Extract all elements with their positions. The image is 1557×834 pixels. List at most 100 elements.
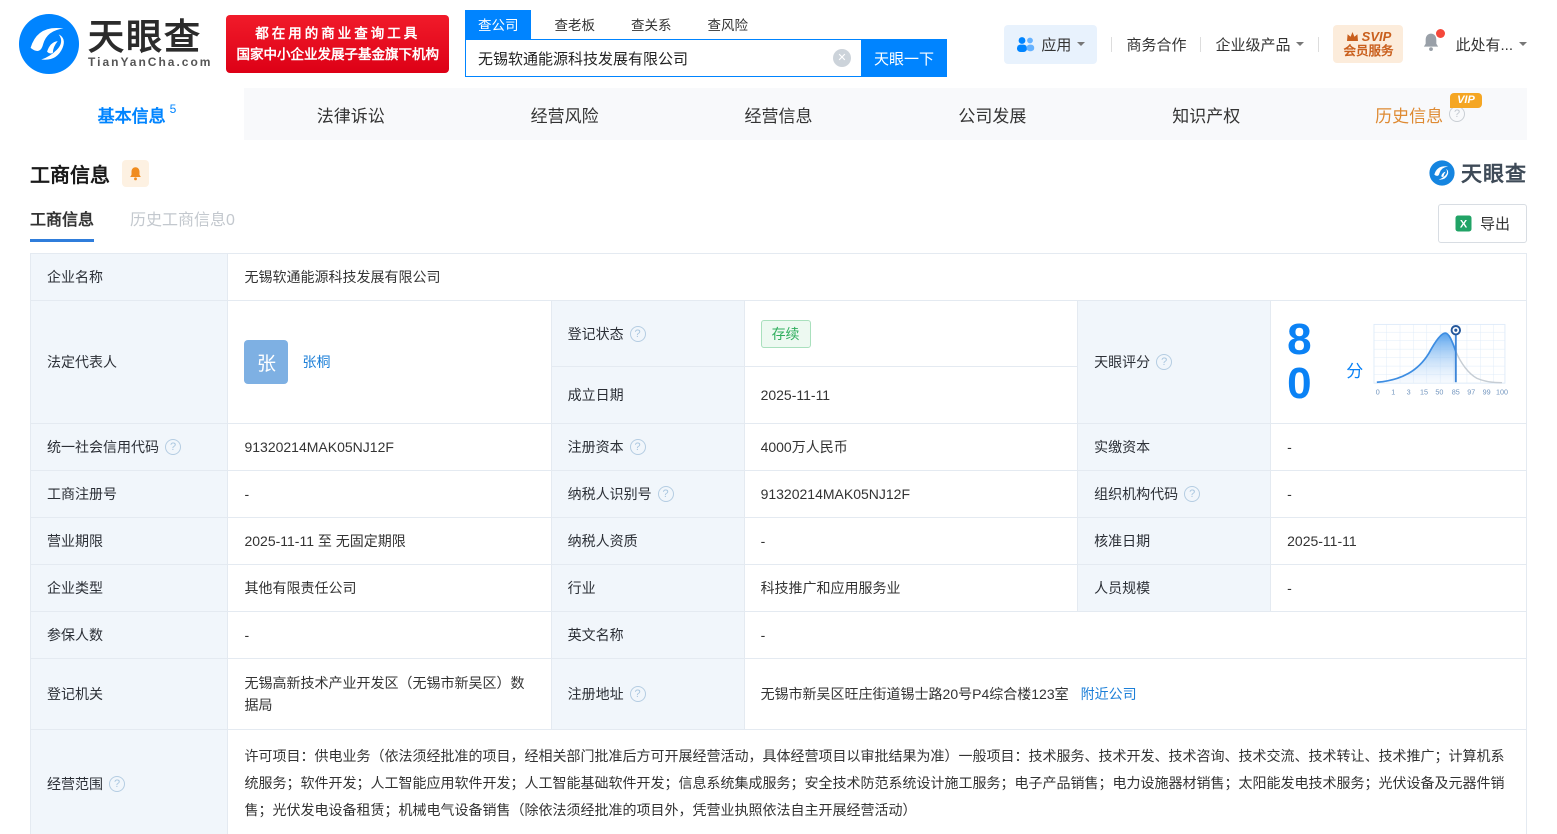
brand-slogan-banner: 都在用的商业查询工具 国家中小企业发展子基金旗下机构 xyxy=(226,15,449,73)
search-input[interactable] xyxy=(477,49,833,67)
legal-rep-link[interactable]: 张桐 xyxy=(302,352,330,372)
svg-text:100: 100 xyxy=(1496,388,1508,397)
logo-title: 天眼查 xyxy=(88,16,203,57)
svip-label: SVIP xyxy=(1361,29,1392,44)
export-button[interactable]: X 导出 xyxy=(1437,204,1527,243)
table-row: 参保人数 - 英文名称 - xyxy=(29,611,1528,659)
company-type-label: 企业类型 xyxy=(29,564,229,612)
uscc-label: 统一社会信用代码 xyxy=(29,423,229,471)
tianyancha-logo-icon xyxy=(18,13,80,75)
table-row: 经营范围 许可项目：供电业务（依法须经批准的项目，经相关部门批准后方可开展经营活… xyxy=(29,729,1527,834)
est-date-label: 成立日期 xyxy=(550,366,745,424)
basic-info-count: 5 xyxy=(169,102,177,116)
business-info-table: 企业名称 无锡软通能源科技发展有限公司 法定代表人 张 张桐 登记状态 存续 天… xyxy=(29,253,1528,834)
help-icon[interactable] xyxy=(629,686,646,702)
header-right-menu: 应用 商务合作 企业级产品 SVIP 会员服务 此处有... xyxy=(1004,24,1527,64)
svg-text:1: 1 xyxy=(1391,388,1395,397)
search-tab-relation[interactable]: 查关系 xyxy=(618,10,685,39)
score-distribution-chart: 0 1 3 15 50 85 97 99 100 xyxy=(1373,323,1508,397)
search-button[interactable]: 天眼一下 xyxy=(860,39,947,77)
tab-operation-risk[interactable]: 经营风险 xyxy=(458,88,672,140)
notifications-button[interactable] xyxy=(1421,29,1446,56)
reg-authority-value: 无锡高新技术产业开发区（无锡市新吴区）数据局 xyxy=(227,658,552,730)
approve-date-value: 2025-11-11 xyxy=(1270,517,1527,565)
approve-date-label: 核准日期 xyxy=(1077,517,1272,565)
tab-intellectual-property[interactable]: 知识产权 xyxy=(1099,88,1313,140)
term-value: 2025-11-11 至 无固定期限 xyxy=(227,517,552,565)
address-value: 无锡市新吴区旺庄街道锡士路20号P4综合楼123室 附近公司 xyxy=(743,658,1528,730)
score-label: 天眼评分 xyxy=(1077,300,1272,424)
tab-legal-litigation[interactable]: 法律诉讼 xyxy=(244,88,458,140)
svg-text:15: 15 xyxy=(1420,388,1428,397)
svg-text:99: 99 xyxy=(1483,388,1491,397)
help-icon[interactable] xyxy=(109,775,125,792)
search-tab-risk[interactable]: 查风险 xyxy=(694,10,761,39)
tab-company-development[interactable]: 公司发展 xyxy=(885,88,1099,140)
help-icon[interactable] xyxy=(165,439,181,455)
address-label: 注册地址 xyxy=(550,658,745,730)
table-row: 法定代表人 张 张桐 登记状态 存续 天眼评分 80 分 xyxy=(29,299,1527,424)
account-menu[interactable]: 此处有... xyxy=(1455,34,1527,55)
legal-rep-label: 法定代表人 xyxy=(29,300,229,424)
reg-status-value: 存续 xyxy=(743,299,1079,368)
help-icon[interactable] xyxy=(629,439,646,455)
apps-icon xyxy=(1017,36,1035,52)
tianyancha-logo[interactable]: 天眼查 TianYanCha.com xyxy=(18,13,212,75)
table-row: 统一社会信用代码 91320214MAK05NJ12F 注册资本 4000万人民… xyxy=(29,423,1527,471)
search-tab-boss[interactable]: 查老板 xyxy=(541,10,608,39)
industry-label: 行业 xyxy=(550,564,745,612)
watermark-logo: 天眼查 xyxy=(1429,158,1527,188)
business-cooperation-link[interactable]: 商务合作 xyxy=(1126,34,1186,55)
staff-size-label: 人员规模 xyxy=(1077,564,1272,612)
apps-menu[interactable]: 应用 xyxy=(1004,24,1098,64)
help-icon[interactable] xyxy=(1156,354,1173,370)
paid-capital-value: - xyxy=(1270,423,1527,471)
paid-capital-label: 实缴资本 xyxy=(1077,423,1272,471)
tab-operation-info[interactable]: 经营信息 xyxy=(672,88,886,140)
bell-icon xyxy=(130,166,141,180)
slogan-line2: 国家中小企业发展子基金旗下机构 xyxy=(236,47,439,62)
svg-text:0: 0 xyxy=(1376,388,1380,397)
taxpayer-id-value: 91320214MAK05NJ12F xyxy=(743,470,1079,518)
section-title: 工商信息 xyxy=(30,164,110,187)
watermark-text: 天眼查 xyxy=(1461,163,1527,186)
table-row: 企业类型 其他有限责任公司 行业 科技推广和应用服务业 人员规模 - xyxy=(29,564,1527,612)
help-icon[interactable] xyxy=(1449,106,1466,122)
enterprise-products-menu[interactable]: 企业级产品 xyxy=(1215,34,1305,55)
score-cell: 80 分 0 1 3 15 50 85 97 99 100 xyxy=(1270,300,1527,424)
monitor-bell-button[interactable] xyxy=(122,159,149,187)
clear-search-icon[interactable] xyxy=(832,49,851,67)
search-input-wrap xyxy=(464,39,861,77)
subtab-history-business-info[interactable]: 历史工商信息0 xyxy=(130,206,235,242)
help-icon[interactable] xyxy=(1184,486,1201,502)
status-badge: 存续 xyxy=(760,319,811,348)
term-label: 营业期限 xyxy=(29,517,229,565)
tab-history-info[interactable]: 历史信息 VIP xyxy=(1313,88,1527,140)
avatar[interactable]: 张 xyxy=(244,340,289,384)
reg-no-value: - xyxy=(227,470,552,518)
apps-label: 应用 xyxy=(1041,36,1072,54)
chevron-down-icon xyxy=(1519,42,1527,50)
taxpayer-qual-label: 纳税人资质 xyxy=(550,517,745,565)
legal-rep-cell: 张 张桐 xyxy=(227,300,552,424)
svg-text:97: 97 xyxy=(1467,388,1475,397)
nearby-companies-link[interactable]: 附近公司 xyxy=(1081,686,1137,702)
search-type-tabs: 查公司 查老板 查关系 查风险 xyxy=(464,10,947,39)
divider xyxy=(1111,36,1113,52)
taxpayer-qual-value: - xyxy=(743,517,1079,565)
svip-sublabel: 会员服务 xyxy=(1343,44,1394,58)
company-name-value: 无锡软通能源科技发展有限公司 xyxy=(227,253,1527,301)
tab-basic-info[interactable]: 基本信息 5 xyxy=(30,88,244,140)
help-icon[interactable] xyxy=(629,325,646,342)
search-tab-company[interactable]: 查公司 xyxy=(464,10,532,39)
svip-membership-button[interactable]: SVIP 会员服务 xyxy=(1333,25,1404,63)
main-content: 工商信息 天眼查 工商信息 历史工商信息0 X 导出 企业名称 无锡软通能源科技… xyxy=(0,158,1557,834)
crown-icon xyxy=(1346,32,1358,41)
divider xyxy=(1318,36,1320,52)
help-icon[interactable] xyxy=(657,486,674,502)
subtab-business-info[interactable]: 工商信息 xyxy=(30,206,95,242)
score-value: 80 xyxy=(1287,315,1312,408)
reg-status-label: 登记状态 xyxy=(550,299,745,368)
taxpayer-id-label: 纳税人识别号 xyxy=(550,470,745,518)
insured-count-value: - xyxy=(227,611,552,659)
